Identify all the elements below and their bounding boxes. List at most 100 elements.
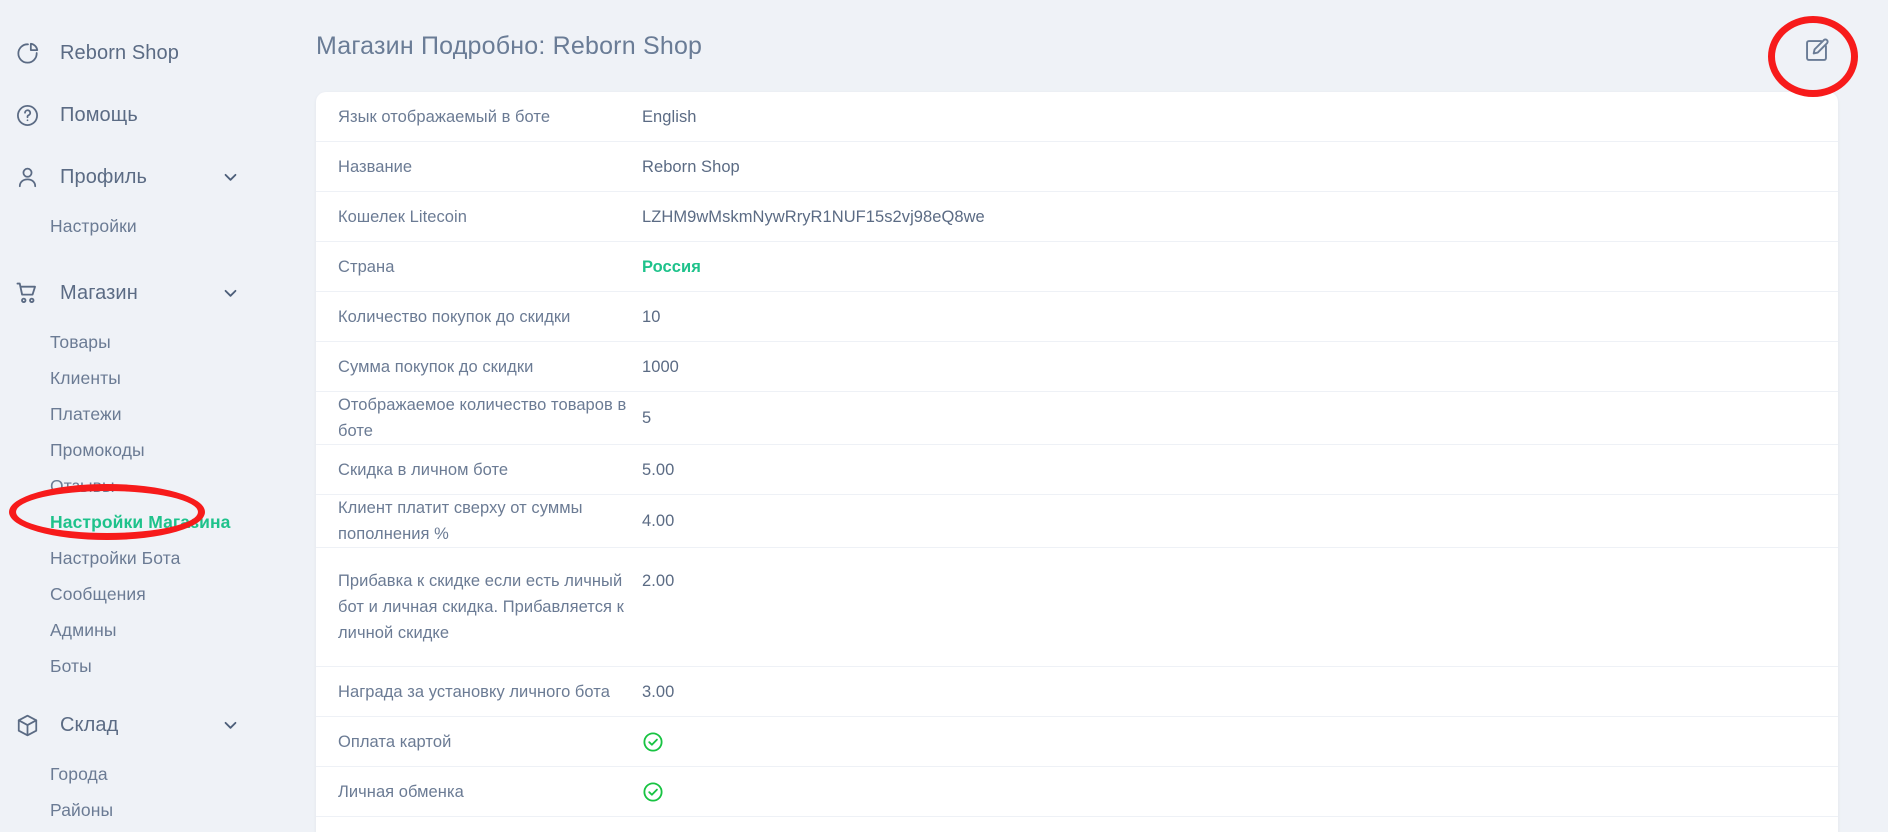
sidebar-group-header-profile[interactable]: Профиль xyxy=(0,146,316,208)
row-value: Россия xyxy=(642,257,701,276)
app-root: Reborn Shop Помощь Профиль Настройки Маг… xyxy=(0,0,1888,832)
sidebar-group-profile: Профиль Настройки xyxy=(0,146,316,244)
sidebar-item-soobshcheniya[interactable]: Сообщения xyxy=(0,576,316,612)
row-value: 5 xyxy=(642,409,652,427)
sidebar-group-warehouse: Склад Города Районы Категории xyxy=(0,694,316,832)
sidebar-item-nastroyki-magazina[interactable]: Настройки Магазина xyxy=(0,504,316,540)
row-value: 4.00 xyxy=(642,512,675,530)
chevron-down-icon[interactable] xyxy=(222,285,239,302)
sidebar-sublabel: Настройки Магазина xyxy=(50,511,231,532)
sidebar-sublabel: Сообщения xyxy=(50,583,146,604)
box-icon xyxy=(10,713,44,738)
row-value: 10 xyxy=(642,307,661,326)
table-row: Прибавка к скидке если есть личный бот и… xyxy=(316,548,1838,667)
table-row: Награда за установку личного бота 3.00 xyxy=(316,667,1838,717)
table-row: Оплата картой xyxy=(316,717,1838,767)
sidebar-help-label: Помощь xyxy=(60,103,138,126)
sidebar-item-adminy[interactable]: Админы xyxy=(0,612,316,648)
sidebar-item-brand[interactable]: Reborn Shop xyxy=(0,22,316,84)
sidebar-group-header-shop[interactable]: Магазин xyxy=(0,262,316,324)
sidebar-item-tovary[interactable]: Товары xyxy=(0,324,316,360)
sidebar-item-rayony[interactable]: Районы xyxy=(0,792,316,828)
row-value: 1000 xyxy=(642,357,679,376)
sidebar-item-nastroyki[interactable]: Настройки xyxy=(0,208,316,244)
row-label: Награда за установку личного бота xyxy=(338,682,610,701)
card-bottom-padding xyxy=(316,817,1838,832)
edit-pencil-square-icon xyxy=(1803,37,1830,67)
table-row: Количество покупок до скидки 10 xyxy=(316,292,1838,342)
sidebar-item-kategorii[interactable]: Категории xyxy=(0,828,316,832)
sidebar-item-help[interactable]: Помощь xyxy=(0,84,316,146)
row-value: 5.00 xyxy=(642,460,675,479)
check-circle-icon xyxy=(642,731,664,753)
row-label: Отображаемое количество товаров в боте xyxy=(338,396,627,440)
table-row: Клиент платит сверху от суммы пополнения… xyxy=(316,495,1838,548)
sidebar-sublabel: Настройки Бота xyxy=(50,547,181,568)
table-row: Страна Россия xyxy=(316,242,1838,292)
page-header: Магазин Подробно: Reborn Shop xyxy=(316,0,1838,92)
check-circle-icon xyxy=(642,781,664,803)
row-value: 2.00 xyxy=(642,572,675,590)
row-value: LZHM9wMskmNywRryR1NUF15s2vj98eQ8we xyxy=(642,207,985,226)
sidebar-item-goroda[interactable]: Города xyxy=(0,756,316,792)
sidebar-item-nastroyki-bota[interactable]: Настройки Бота xyxy=(0,540,316,576)
row-label: Прибавка к скидке если есть личный бот и… xyxy=(338,572,624,642)
sidebar-group-header-warehouse[interactable]: Склад xyxy=(0,694,316,756)
sidebar-item-boty[interactable]: Боты xyxy=(0,648,316,684)
row-label: Язык отображаемый в боте xyxy=(338,107,551,126)
pie-chart-icon xyxy=(10,41,44,66)
row-label: Оплата картой xyxy=(338,732,452,751)
page-title: Магазин Подробно: Reborn Shop xyxy=(316,31,703,60)
row-label: Название xyxy=(338,157,413,176)
question-circle-icon xyxy=(10,103,44,128)
row-value xyxy=(642,731,1838,753)
user-icon xyxy=(10,165,44,190)
sidebar-group-label-profile: Профиль xyxy=(60,165,148,188)
table-row: Кошелек Litecoin LZHM9wMskmNywRryR1NUF15… xyxy=(316,192,1838,242)
row-label: Сумма покупок до скидки xyxy=(338,357,534,376)
table-row: Сумма покупок до скидки 1000 xyxy=(316,342,1838,392)
row-value: Reborn Shop xyxy=(642,157,740,176)
chevron-down-icon[interactable] xyxy=(222,717,239,734)
row-value xyxy=(642,781,1838,803)
sidebar-sublabel: Клиенты xyxy=(50,367,121,388)
sidebar-sublabel: Настройки xyxy=(50,215,137,236)
row-label: Клиент платит сверху от суммы пополнения… xyxy=(338,499,583,543)
sidebar-item-otzyvy[interactable]: Отзывы xyxy=(0,468,316,504)
sidebar-brand-label: Reborn Shop xyxy=(60,41,179,64)
sidebar-item-platezhi[interactable]: Платежи xyxy=(0,396,316,432)
row-value: 3.00 xyxy=(642,682,675,701)
main-content: Магазин Подробно: Reborn Shop Язык отобр… xyxy=(316,0,1888,832)
row-label: Личная обменка xyxy=(338,782,464,801)
sidebar-group-shop: Магазин Товары Клиенты Платежи Промокоды… xyxy=(0,262,316,684)
table-row: Личная обменка xyxy=(316,767,1838,817)
table-row: Отображаемое количество товаров в боте 5 xyxy=(316,392,1838,445)
table-row: Скидка в личном боте 5.00 xyxy=(316,445,1838,495)
row-label: Количество покупок до скидки xyxy=(338,307,571,326)
sidebar: Reborn Shop Помощь Профиль Настройки Маг… xyxy=(0,0,316,832)
row-label: Скидка в личном боте xyxy=(338,460,509,479)
table-row: Название Reborn Shop xyxy=(316,142,1838,192)
sidebar-sublabel: Боты xyxy=(50,655,92,676)
sidebar-sublabel: Отзывы xyxy=(50,475,115,496)
row-value: English xyxy=(642,107,697,126)
sidebar-item-promokody[interactable]: Промокоды xyxy=(0,432,316,468)
chevron-down-icon[interactable] xyxy=(222,169,239,186)
sidebar-sublabel: Районы xyxy=(50,799,114,820)
sidebar-sublabel: Промокоды xyxy=(50,439,145,460)
shopping-cart-icon xyxy=(10,280,44,306)
edit-button[interactable] xyxy=(1794,30,1838,74)
table-row: Язык отображаемый в боте English xyxy=(316,92,1838,142)
sidebar-sublabel: Админы xyxy=(50,619,117,640)
sidebar-sublabel: Товары xyxy=(50,331,111,352)
sidebar-sublabel: Платежи xyxy=(50,403,122,424)
row-label: Кошелек Litecoin xyxy=(338,207,467,226)
sidebar-item-klienty[interactable]: Клиенты xyxy=(0,360,316,396)
sidebar-group-label-warehouse: Склад xyxy=(60,713,119,736)
row-label: Страна xyxy=(338,257,395,276)
sidebar-group-label-shop: Магазин xyxy=(60,281,138,304)
sidebar-sublabel: Города xyxy=(50,763,108,784)
shop-details-card: Язык отображаемый в боте English Названи… xyxy=(316,92,1838,832)
